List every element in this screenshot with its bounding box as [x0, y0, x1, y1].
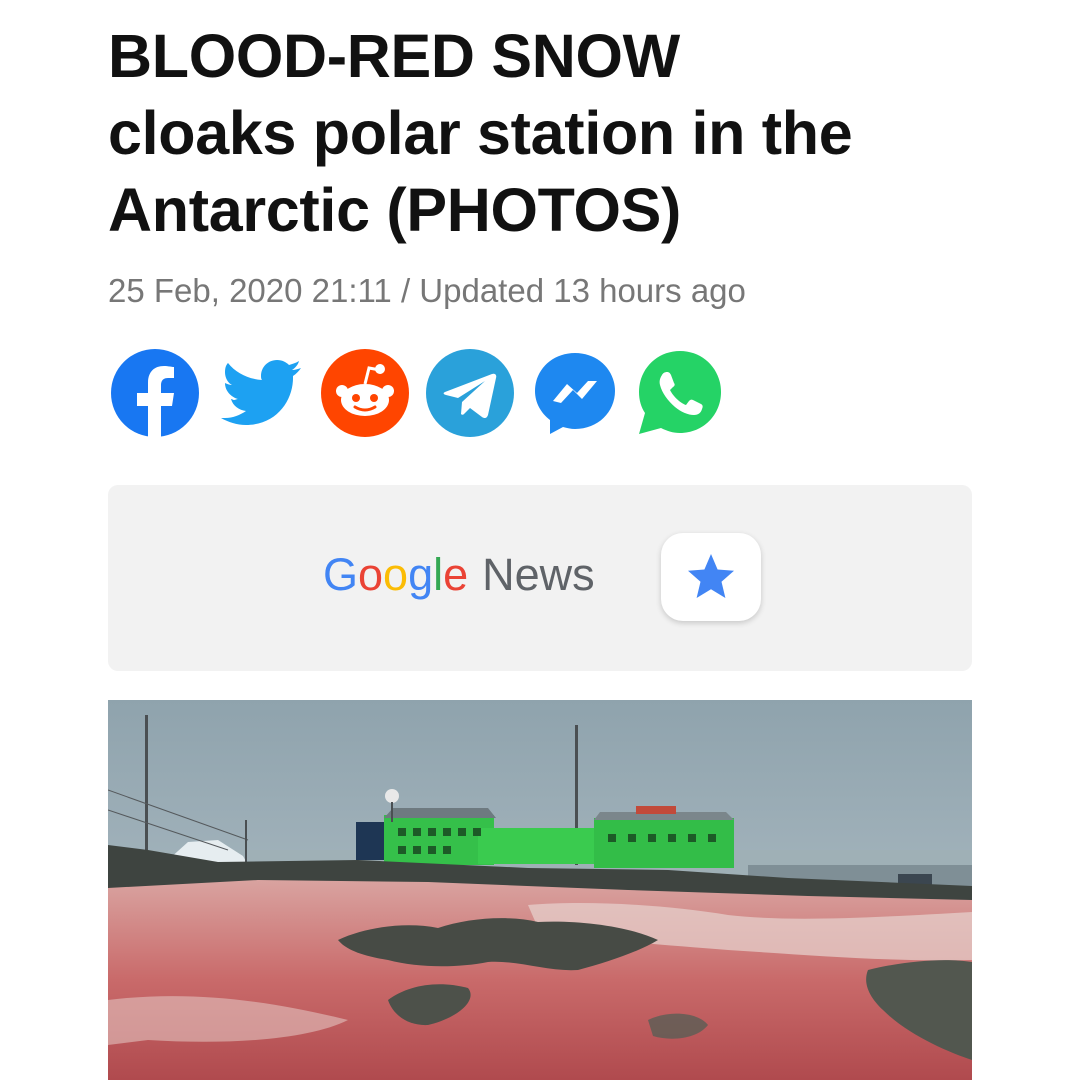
- share-twitter-button[interactable]: [215, 348, 305, 438]
- share-facebook-button[interactable]: [110, 348, 200, 438]
- google-news-follow[interactable]: Google News: [108, 485, 972, 671]
- share-messenger-button[interactable]: [530, 348, 620, 438]
- headline-line-1: BLOOD-RED SNOW: [108, 22, 680, 90]
- telegram-icon: [426, 349, 514, 437]
- headline-line-2: cloaks polar station in the: [108, 99, 853, 167]
- article-photo: [108, 700, 972, 1080]
- share-telegram-button[interactable]: [425, 348, 515, 438]
- google-news-logo: Google News: [323, 549, 595, 600]
- headline-line-3: Antarctic (PHOTOS): [108, 176, 682, 244]
- facebook-icon: [111, 349, 199, 438]
- star-icon: [688, 554, 734, 598]
- whatsapp-icon: [639, 351, 721, 434]
- share-whatsapp-button[interactable]: [635, 348, 725, 438]
- polar-station-image: [108, 700, 972, 1080]
- share-reddit-button[interactable]: [320, 348, 410, 438]
- google-news-star-button[interactable]: [661, 533, 761, 621]
- reddit-icon: [321, 349, 409, 437]
- google-news-label: News: [482, 549, 595, 600]
- article-meta: 25 Feb, 2020 21:11 / Updated 13 hours ag…: [108, 272, 746, 309]
- twitter-icon: [221, 360, 301, 425]
- messenger-icon: [535, 353, 615, 434]
- article-headline: BLOOD-RED SNOW cloaks polar station in t…: [108, 18, 1008, 249]
- share-bar: [110, 348, 725, 438]
